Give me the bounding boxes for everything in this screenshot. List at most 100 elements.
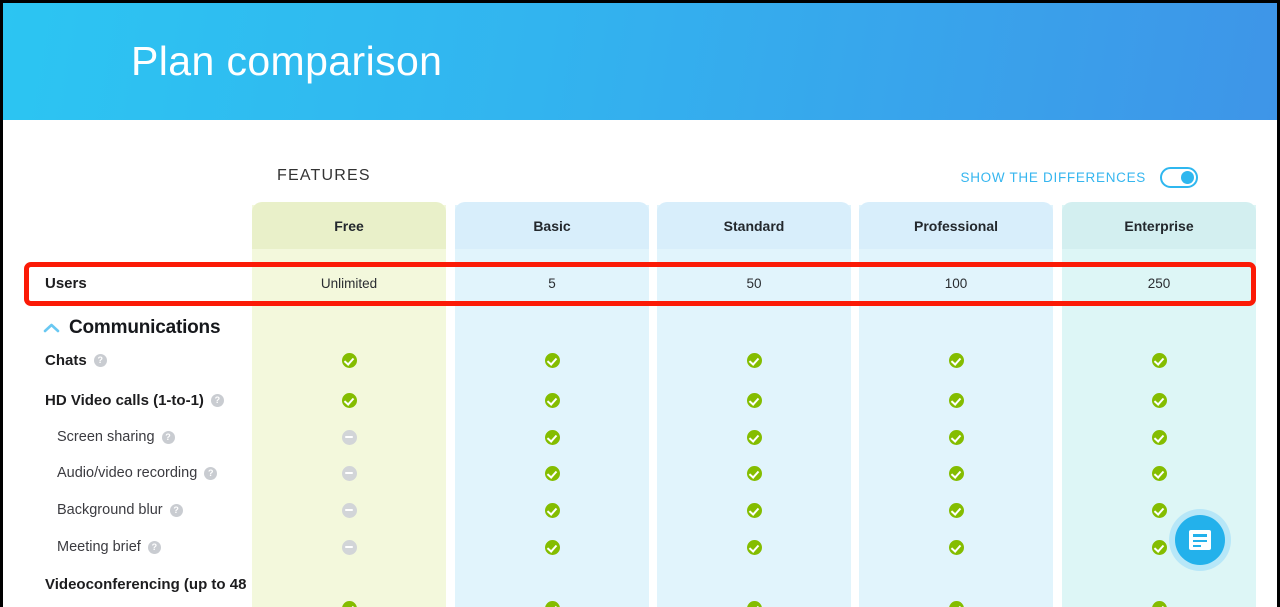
check-icon: [1151, 352, 1167, 368]
row-label-background-blur: Background blur ?: [57, 502, 183, 518]
hero-banner: Plan comparison: [3, 3, 1277, 120]
check-icon: [948, 392, 964, 408]
row-label-text: Screen sharing: [57, 429, 155, 445]
cell-users-free: Unlimited: [320, 275, 378, 291]
chevron-up-icon: [43, 323, 60, 333]
row-label-text: Meeting brief: [57, 539, 141, 555]
check-icon: [948, 600, 964, 607]
cell-background-blur-free: [252, 502, 446, 518]
cell-screen-sharing-standard: [657, 429, 851, 445]
check-icon: [1151, 465, 1167, 481]
cell-background-blur-basic: [455, 502, 649, 518]
row-label-chats: Chats ?: [45, 352, 107, 369]
cell-hd-video-standard: [657, 392, 851, 408]
table-rows: Users Unlimited 5 50 100 250 Communicati…: [3, 120, 1277, 607]
dash-icon: [341, 502, 357, 518]
help-icon[interactable]: ?: [161, 430, 175, 444]
check-icon: [544, 352, 560, 368]
cell-meeting-brief-professional: [859, 539, 1053, 555]
cell-meeting-brief-standard: [657, 539, 851, 555]
cell-screen-sharing-enterprise: [1062, 429, 1256, 445]
dash-icon: [341, 539, 357, 555]
check-icon: [948, 539, 964, 555]
fab-inner-circle: [1175, 515, 1225, 565]
dash-icon: [341, 429, 357, 445]
check-icon: [544, 465, 560, 481]
cell-users-basic: 5: [548, 275, 556, 291]
cell-hd-video-enterprise: [1062, 392, 1256, 408]
cell-videoconferencing-professional: [859, 600, 1053, 607]
check-icon: [948, 465, 964, 481]
row-label-meeting-brief: Meeting brief ?: [57, 539, 161, 555]
cell-screen-sharing-basic: [455, 429, 649, 445]
cell-av-recording-standard: [657, 465, 851, 481]
check-icon: [746, 429, 762, 445]
cell-av-recording-enterprise: [1062, 465, 1256, 481]
check-icon: [746, 600, 762, 607]
cell-videoconferencing-enterprise: [1062, 600, 1256, 607]
cell-hd-video-professional: [859, 392, 1053, 408]
check-icon: [948, 502, 964, 518]
cell-users-professional: 100: [944, 275, 968, 291]
check-icon: [1151, 429, 1167, 445]
cell-chats-free: [252, 352, 446, 368]
cell-users-standard: 50: [746, 275, 762, 291]
check-icon: [1151, 600, 1167, 607]
page-title: Plan comparison: [131, 38, 443, 84]
comparison-table: FEATURES SHOW THE DIFFERENCES Free Basic…: [3, 120, 1277, 607]
row-label-text: Audio/video recording: [57, 465, 198, 481]
row-label-text: Chats: [45, 351, 87, 369]
check-icon: [1151, 502, 1167, 518]
check-icon: [544, 502, 560, 518]
cell-background-blur-professional: [859, 502, 1053, 518]
cell-meeting-brief-free: [252, 539, 446, 555]
cell-videoconferencing-standard: [657, 600, 851, 607]
cell-chats-basic: [455, 352, 649, 368]
row-label-audio-video-recording: Audio/video recording ?: [57, 465, 218, 481]
row-label-screen-sharing: Screen sharing ?: [57, 429, 175, 445]
cell-chats-standard: [657, 352, 851, 368]
cell-av-recording-professional: [859, 465, 1053, 481]
help-icon[interactable]: ?: [169, 503, 183, 517]
cell-videoconferencing-basic: [455, 600, 649, 607]
check-icon: [1151, 539, 1167, 555]
row-label-hd-video-calls: HD Video calls (1-to-1) ?: [45, 392, 224, 409]
check-icon: [948, 429, 964, 445]
check-icon: [544, 600, 560, 607]
document-form-icon: [1189, 530, 1211, 550]
plan-comparison-page: Plan comparison FEATURES SHOW THE DIFFER…: [0, 0, 1280, 607]
check-icon: [746, 502, 762, 518]
check-icon: [746, 352, 762, 368]
cell-hd-video-basic: [455, 392, 649, 408]
cell-hd-video-free: [252, 392, 446, 408]
check-icon: [948, 352, 964, 368]
check-icon: [341, 352, 357, 368]
check-icon: [544, 392, 560, 408]
help-icon[interactable]: ?: [93, 353, 107, 367]
row-label-text: Users: [45, 274, 87, 292]
cell-screen-sharing-professional: [859, 429, 1053, 445]
cell-background-blur-standard: [657, 502, 851, 518]
check-icon: [341, 392, 357, 408]
row-label-videoconferencing: Videoconferencing (up to 48: [45, 576, 246, 593]
help-icon[interactable]: ?: [210, 393, 224, 407]
check-icon: [544, 429, 560, 445]
section-header-communications[interactable]: Communications: [43, 317, 221, 339]
row-label-text: HD Video calls (1-to-1): [45, 391, 204, 409]
check-icon: [341, 600, 357, 607]
cell-meeting-brief-basic: [455, 539, 649, 555]
section-header-label: Communications: [69, 317, 221, 338]
floating-action-button[interactable]: [1169, 509, 1231, 571]
cell-users-enterprise: 250: [1147, 275, 1171, 291]
cell-av-recording-basic: [455, 465, 649, 481]
check-icon: [746, 465, 762, 481]
cell-screen-sharing-free: [252, 429, 446, 445]
row-label-text: Videoconferencing (up to 48: [45, 575, 247, 593]
help-icon[interactable]: ?: [204, 466, 218, 480]
cell-background-blur-enterprise: [1062, 502, 1256, 518]
cell-videoconferencing-free: [252, 600, 446, 607]
help-icon[interactable]: ?: [147, 540, 161, 554]
check-icon: [1151, 392, 1167, 408]
cell-chats-enterprise: [1062, 352, 1256, 368]
document-icon-line: [1193, 545, 1201, 547]
